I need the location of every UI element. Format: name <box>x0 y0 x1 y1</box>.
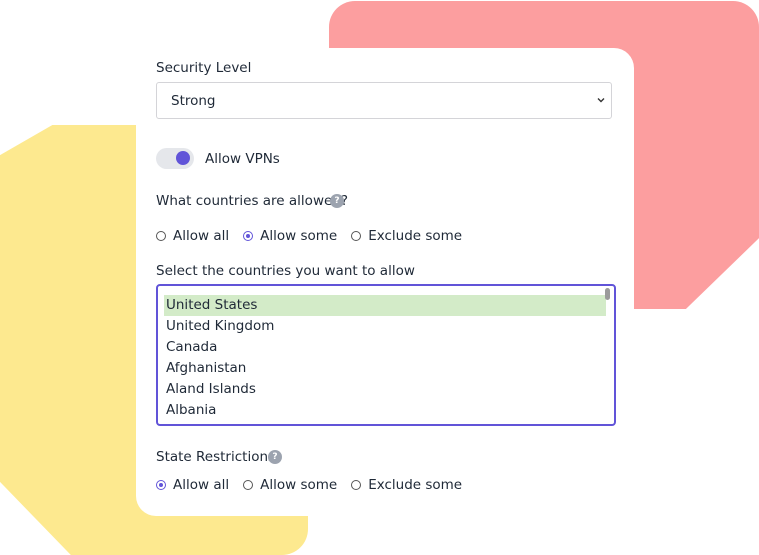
scrollbar-thumb[interactable] <box>605 288 610 300</box>
list-item[interactable]: Albania <box>164 400 606 421</box>
security-level-select[interactable]: Strong <box>156 82 612 119</box>
radio-button[interactable] <box>156 231 166 241</box>
countries-question: What countries are allowed? <box>156 193 349 209</box>
radio-button[interactable] <box>351 480 362 490</box>
radio-button[interactable] <box>243 480 254 490</box>
countries-option-exclude-some[interactable]: Exclude some <box>351 228 462 244</box>
toggle-knob <box>176 151 190 165</box>
radio-label: Exclude some <box>368 477 463 493</box>
radio-button[interactable] <box>351 231 362 241</box>
countries-help-icon[interactable]: ? <box>330 194 344 208</box>
countries-list-label: Select the countries you want to allow <box>156 263 415 279</box>
radio-button-checked[interactable] <box>243 231 254 241</box>
list-item[interactable]: United States <box>164 295 606 316</box>
allow-vpns-toggle[interactable] <box>156 148 194 169</box>
countries-listbox[interactable]: United States United Kingdom Canada Afgh… <box>156 284 616 426</box>
state-restrictions-label: State Restrictions <box>156 449 276 465</box>
list-item[interactable]: Canada <box>164 337 606 358</box>
chevron-down-icon <box>597 98 605 103</box>
list-item[interactable]: Afghanistan <box>164 358 606 379</box>
radio-label: Allow all <box>173 477 230 493</box>
state-option-allow-all[interactable]: Allow all <box>156 477 229 493</box>
radio-label: Allow all <box>173 228 230 244</box>
countries-option-allow-some[interactable]: Allow some <box>243 228 337 244</box>
state-radio-group: Allow all Allow some Exclude some <box>156 477 476 493</box>
allow-vpns-label: Allow VPNs <box>205 151 280 167</box>
countries-option-allow-all[interactable]: Allow all <box>156 228 229 244</box>
list-item[interactable]: Aland Islands <box>164 379 606 400</box>
radio-label: Exclude some <box>368 228 463 244</box>
security-level-label: Security Level <box>156 60 252 76</box>
security-level-value: Strong <box>171 92 216 109</box>
state-option-allow-some[interactable]: Allow some <box>243 477 337 493</box>
state-option-exclude-some[interactable]: Exclude some <box>351 477 462 493</box>
countries-radio-group: Allow all Allow some Exclude some <box>156 228 476 244</box>
state-help-icon[interactable]: ? <box>268 450 282 464</box>
radio-button-checked[interactable] <box>156 480 166 490</box>
list-item[interactable]: United Kingdom <box>164 316 606 337</box>
radio-label: Allow some <box>260 228 338 244</box>
radio-label: Allow some <box>260 477 338 493</box>
